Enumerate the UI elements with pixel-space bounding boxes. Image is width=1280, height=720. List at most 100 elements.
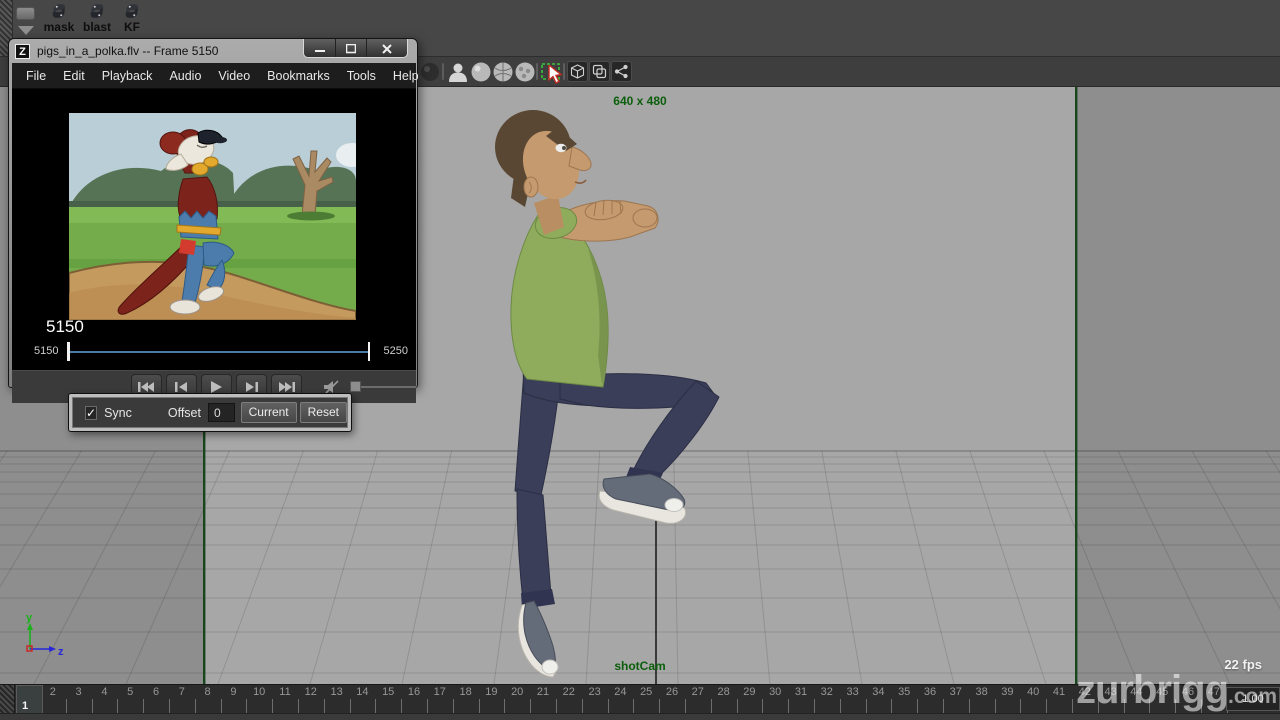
character-3d[interactable] <box>495 110 719 677</box>
frame-tick <box>66 699 67 713</box>
textured-shading-icon[interactable] <box>514 60 536 84</box>
minimize-icon <box>315 44 325 53</box>
frame-tick <box>92 699 93 713</box>
mouse-cursor <box>548 65 565 85</box>
menu-playback[interactable]: Playback <box>102 69 153 83</box>
shelf-menu-arrow-icon[interactable] <box>18 26 34 35</box>
volume-slider[interactable] <box>350 386 416 388</box>
frame-number: 23 <box>582 686 608 698</box>
time-slider-grip[interactable] <box>0 685 15 714</box>
frame-number: 17 <box>427 686 453 698</box>
minimize-button[interactable] <box>304 39 335 58</box>
frame-tick <box>891 699 892 713</box>
video-timeline-track[interactable] <box>67 351 370 353</box>
frame-tick <box>737 699 738 713</box>
frame-number: 21 <box>530 686 556 698</box>
menu-file[interactable]: File <box>26 69 46 83</box>
python-icon <box>88 2 106 20</box>
video-timeline[interactable]: 5150 5250 <box>12 339 416 365</box>
video-playhead[interactable] <box>67 342 70 361</box>
video-frame-illustration <box>69 113 356 320</box>
frame-number: 12 <box>298 686 324 698</box>
frame-number: 2 <box>40 686 66 698</box>
frame-tick <box>1149 699 1150 713</box>
frame-tick <box>608 699 609 713</box>
shaded-sphere-icon[interactable] <box>419 60 441 84</box>
frame-tick <box>427 699 428 713</box>
close-button[interactable] <box>366 39 407 58</box>
frame-tick <box>350 699 351 713</box>
flat-shading-icon[interactable] <box>470 60 492 84</box>
frame-tick <box>375 699 376 713</box>
frame-tick <box>1175 699 1176 713</box>
frame-tick <box>866 699 867 713</box>
menu-bookmarks[interactable]: Bookmarks <box>267 69 330 83</box>
isolate-select-button[interactable] <box>567 61 588 82</box>
step-back-icon <box>175 381 187 393</box>
range-start-label: 5150 <box>34 345 58 357</box>
menu-tools[interactable]: Tools <box>347 69 376 83</box>
frame-tick <box>195 699 196 713</box>
shelf-item-mask[interactable]: mask <box>40 2 78 34</box>
frame-number: 5 <box>117 686 143 698</box>
xray-button[interactable] <box>589 61 610 82</box>
frame-number: 40 <box>1020 686 1046 698</box>
menu-help[interactable]: Help <box>393 69 419 83</box>
frame-number: 24 <box>607 686 633 698</box>
time-slider[interactable]: 1234567891011121314151617181920212223242… <box>0 684 1280 713</box>
shelf-tab-button[interactable] <box>16 7 35 20</box>
y-axis-label: y <box>26 612 33 624</box>
range-end-label: 5250 <box>384 345 408 357</box>
frame-number: 18 <box>453 686 479 698</box>
sync-panel: ✓ Sync Offset 0 Current Reset <box>68 393 352 432</box>
video-range-end-tick <box>368 342 370 361</box>
frame-number: 29 <box>736 686 762 698</box>
current-frame-marker[interactable]: 1 <box>16 685 43 714</box>
range-slider[interactable] <box>0 713 1280 720</box>
shelf-item-blast[interactable]: blast <box>78 2 116 34</box>
sync-checkbox[interactable]: ✓ <box>85 406 97 420</box>
menu-audio[interactable]: Audio <box>169 69 201 83</box>
frame-tick <box>530 699 531 713</box>
frame-tick <box>504 699 505 713</box>
frame-tick <box>788 699 789 713</box>
default-material-icon[interactable] <box>447 60 469 84</box>
frame-number: 39 <box>994 686 1020 698</box>
python-icon <box>50 2 68 20</box>
frame-tick <box>633 699 634 713</box>
camera-name-hud: shotCam <box>204 659 1076 673</box>
frame-number: 8 <box>195 686 221 698</box>
offset-input[interactable]: 0 <box>208 403 235 422</box>
reference-player-window[interactable]: Z pigs_in_a_polka.flv -- Frame 5150 File… <box>8 38 418 388</box>
shelf-item-kf[interactable]: KF <box>113 2 151 34</box>
player-menubar: File Edit Playback Audio Video Bookmarks… <box>12 63 416 89</box>
frame-number: 38 <box>969 686 995 698</box>
close-icon <box>382 44 392 54</box>
frame-number: 43 <box>1098 686 1124 698</box>
maximize-button[interactable] <box>335 39 366 58</box>
python-icon <box>123 2 141 20</box>
current-button[interactable]: Current <box>241 402 297 423</box>
frame-tick <box>479 699 480 713</box>
sync-label: Sync <box>104 406 132 420</box>
frame-number: 30 <box>762 686 788 698</box>
reset-button[interactable]: Reset <box>300 402 347 423</box>
wireframe-shading-icon[interactable] <box>492 60 514 84</box>
menu-video[interactable]: Video <box>218 69 250 83</box>
window-title: pigs_in_a_polka.flv -- Frame 5150 <box>37 44 218 58</box>
frame-tick <box>1201 699 1202 713</box>
frame-tick <box>401 699 402 713</box>
frame-number: 15 <box>375 686 401 698</box>
frame-number: 41 <box>1046 686 1072 698</box>
playback-speed-field[interactable]: 1.00 <box>1226 687 1280 711</box>
menu-edit[interactable]: Edit <box>63 69 85 83</box>
frame-tick <box>840 699 841 713</box>
frame-number: 9 <box>220 686 246 698</box>
frame-tick <box>685 699 686 713</box>
frame-number: 33 <box>840 686 866 698</box>
plugin-shapes-button[interactable] <box>611 61 632 82</box>
gate-line-right <box>1075 87 1077 684</box>
frame-tick <box>298 699 299 713</box>
volume-handle[interactable] <box>350 381 361 392</box>
mute-icon[interactable] <box>324 380 340 394</box>
